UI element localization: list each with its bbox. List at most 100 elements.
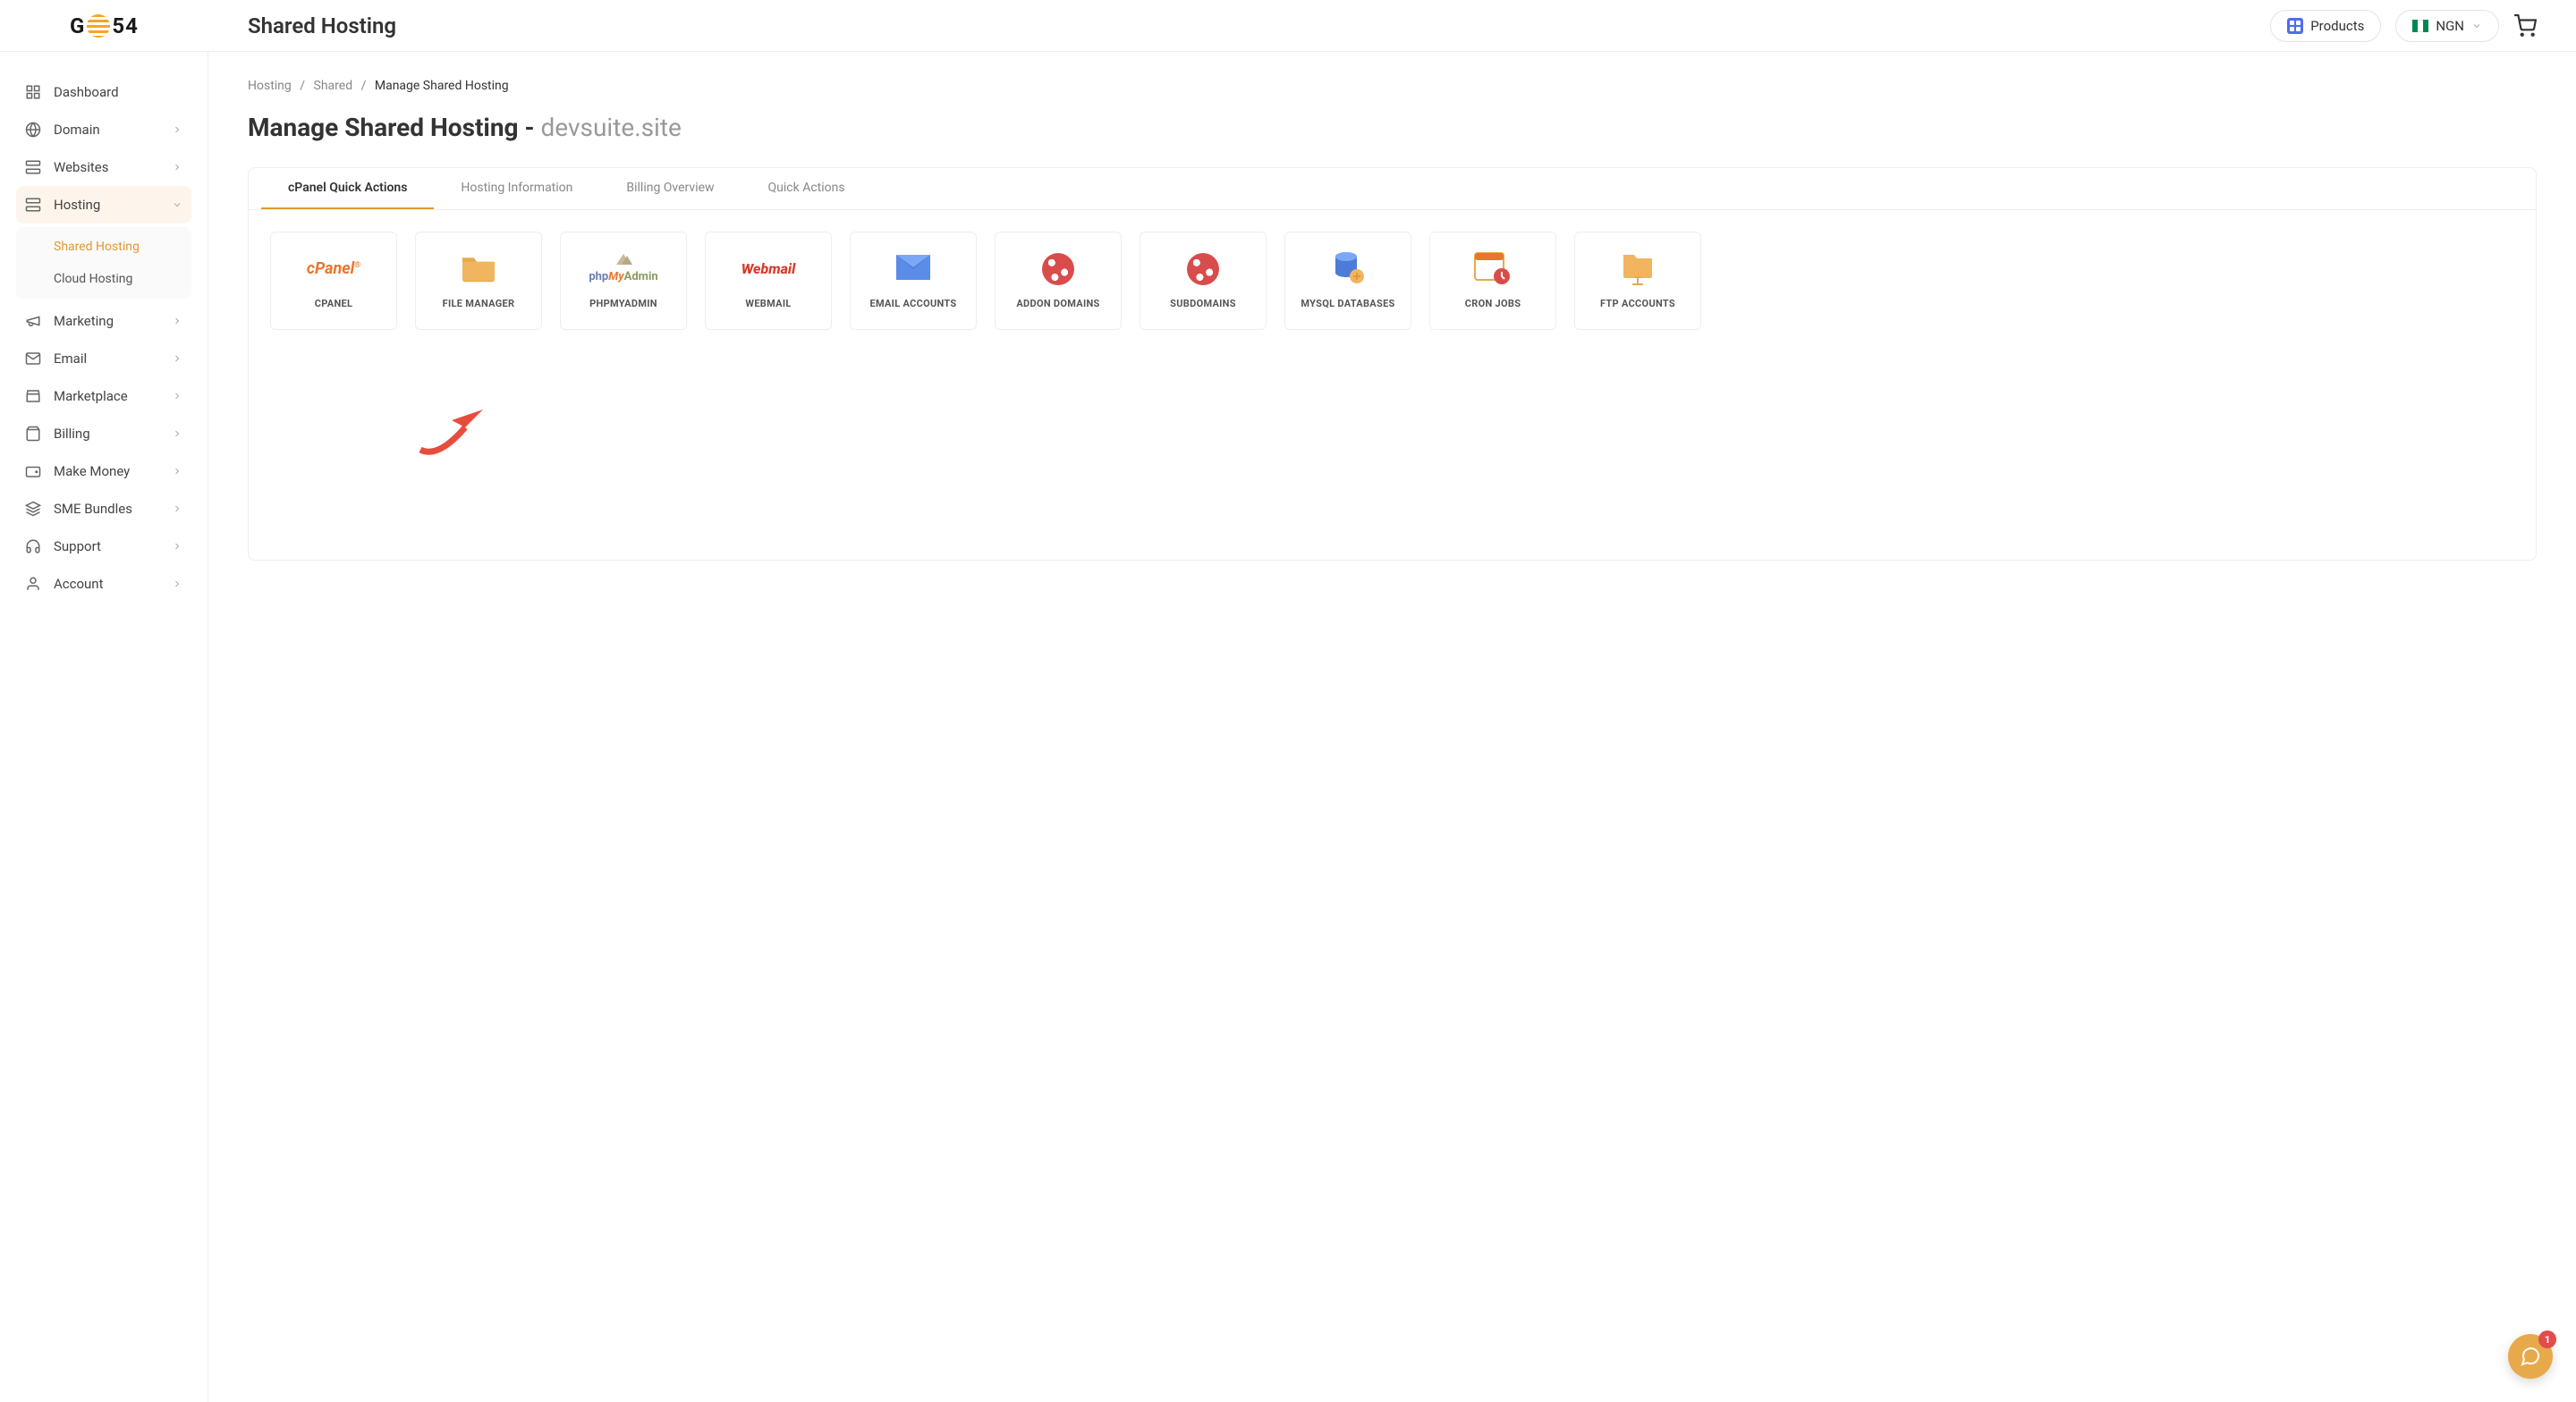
tab-billing-overview[interactable]: Billing Overview: [599, 168, 741, 209]
card-label: CRON JOBS: [1465, 298, 1521, 309]
card-cpanel[interactable]: cPanel® CPANEL: [270, 232, 397, 330]
chat-button[interactable]: 1: [2508, 1334, 2553, 1379]
globe-icon: [25, 122, 41, 138]
header: G54 Shared Hosting Products NGN: [0, 0, 2576, 52]
sidebar-subitem-shared-hosting[interactable]: Shared Hosting: [16, 231, 191, 263]
sidebar-item-sme-bundles[interactable]: SME Bundles: [16, 490, 191, 528]
megaphone-icon: [25, 313, 41, 329]
sidebar-item-make-money[interactable]: Make Money: [16, 452, 191, 490]
header-actions: Products NGN: [2270, 10, 2576, 42]
sidebar-submenu: Shared HostingCloud Hosting: [16, 227, 191, 299]
sidebar-item-account[interactable]: Account: [16, 565, 191, 603]
breadcrumb-current: Manage Shared Hosting: [375, 79, 509, 93]
card-cron-jobs[interactable]: CRON JOBS: [1429, 232, 1556, 330]
sidebar-item-email[interactable]: Email: [16, 340, 191, 377]
chevron-down-icon: [2471, 21, 2482, 31]
sidebar-item-label: Make Money: [54, 463, 130, 479]
panel: cPanel Quick ActionsHosting InformationB…: [248, 167, 2537, 561]
products-button[interactable]: Products: [2270, 10, 2381, 42]
card-file-manager[interactable]: FILE MANAGER: [415, 232, 542, 330]
chevron-right-icon: [172, 503, 182, 514]
globe-icon: [1042, 253, 1074, 285]
card-phpmyadmin[interactable]: phpMyAdmin PHPMYADMIN: [560, 232, 687, 330]
card-label: CPANEL: [315, 298, 353, 309]
ftp-folder-icon: [1620, 249, 1656, 289]
sidebar-item-dashboard[interactable]: Dashboard: [16, 73, 191, 111]
card-label: SUBDOMAINS: [1170, 298, 1236, 309]
cpanel-icon: cPanel®: [307, 259, 360, 278]
sidebar-item-marketplace[interactable]: Marketplace: [16, 377, 191, 415]
sidebar-item-domain[interactable]: Domain: [16, 111, 191, 148]
chevron-right-icon: [172, 162, 182, 173]
chevron-right-icon: [172, 466, 182, 477]
chevron-right-icon: [172, 541, 182, 552]
mail-icon: [25, 350, 41, 367]
logo[interactable]: G54: [70, 13, 139, 38]
card-label: PHPMYADMIN: [589, 298, 657, 309]
sidebar-item-label: Hosting: [54, 197, 100, 213]
tab-quick-actions[interactable]: Quick Actions: [741, 168, 872, 209]
card-ftp-accounts[interactable]: FTP ACCOUNTS: [1574, 232, 1701, 330]
chevron-down-icon: [172, 199, 182, 210]
card-mysql-databases[interactable]: MYSQL DATABASES: [1284, 232, 1411, 330]
card-email-accounts[interactable]: EMAIL ACCOUNTS: [850, 232, 977, 330]
main-content: Hosting / Shared / Manage Shared Hosting…: [208, 52, 2576, 1402]
sidebar: Dashboard Domain Websites Hosting Shared Hos…: [0, 52, 208, 1402]
breadcrumb-item[interactable]: Hosting: [248, 79, 292, 93]
chevron-right-icon: [172, 428, 182, 439]
sidebar-item-hosting[interactable]: Hosting: [16, 186, 191, 224]
card-webmail[interactable]: Webmail WEBMAIL: [705, 232, 832, 330]
currency-selector[interactable]: NGN: [2395, 10, 2499, 42]
card-label: FTP ACCOUNTS: [1600, 298, 1675, 309]
chevron-right-icon: [172, 391, 182, 401]
chat-icon: [2520, 1346, 2541, 1367]
phpmyadmin-icon: phpMyAdmin: [589, 254, 657, 283]
sidebar-item-marketing[interactable]: Marketing: [16, 302, 191, 340]
user-icon: [25, 576, 41, 592]
chevron-right-icon: [172, 316, 182, 326]
sidebar-item-label: Email: [54, 350, 87, 367]
sidebar-item-billing[interactable]: Billing: [16, 415, 191, 452]
logo-sun-icon: [87, 14, 110, 38]
envelope-icon: [894, 251, 932, 287]
tabs: cPanel Quick ActionsHosting InformationB…: [249, 168, 2536, 210]
sidebar-item-label: Account: [54, 576, 104, 592]
card-label: WEBMAIL: [745, 298, 791, 309]
dashboard-icon: [25, 84, 41, 100]
sidebar-item-label: Dashboard: [54, 84, 119, 100]
card-label: ADDON DOMAINS: [1016, 298, 1099, 309]
card-label: EMAIL ACCOUNTS: [869, 298, 956, 309]
chevron-right-icon: [172, 124, 182, 135]
sidebar-item-label: Support: [54, 538, 101, 554]
grid-icon: [2287, 18, 2303, 34]
calendar-clock-icon: [1473, 249, 1513, 289]
bag-icon: [25, 426, 41, 442]
store-icon: [25, 388, 41, 404]
card-label: MYSQL DATABASES: [1301, 298, 1394, 309]
card-label: FILE MANAGER: [443, 298, 515, 309]
webmail-icon: Webmail: [741, 260, 796, 277]
card-subdomains[interactable]: SUBDOMAINS: [1140, 232, 1267, 330]
globe-icon: [1187, 253, 1219, 285]
tab-cpanel-quick-actions[interactable]: cPanel Quick Actions: [261, 168, 434, 209]
cards-grid: cPanel® CPANEL FILE MANAGER phpMyAdmin PHPMY…: [249, 210, 2536, 351]
chat-badge: 1: [2538, 1330, 2556, 1348]
chevron-right-icon: [172, 353, 182, 364]
tab-hosting-information[interactable]: Hosting Information: [434, 168, 599, 209]
cart-icon[interactable]: [2513, 14, 2537, 38]
sidebar-item-websites[interactable]: Websites: [16, 148, 191, 186]
breadcrumb: Hosting / Shared / Manage Shared Hosting: [248, 79, 2537, 93]
page-header-title: Shared Hosting: [248, 13, 2270, 38]
sidebar-item-label: SME Bundles: [54, 501, 132, 517]
nigeria-flag-icon: [2412, 20, 2428, 32]
folder-icon: [459, 251, 498, 287]
wallet-icon: [25, 463, 41, 479]
sidebar-item-support[interactable]: Support: [16, 528, 191, 565]
breadcrumb-item[interactable]: Shared: [314, 79, 353, 93]
logo-area: G54: [0, 13, 208, 38]
products-label: Products: [2310, 18, 2364, 34]
card-addon-domains[interactable]: ADDON DOMAINS: [995, 232, 1122, 330]
sidebar-item-label: Websites: [54, 159, 108, 175]
database-icon: [1330, 249, 1366, 289]
sidebar-subitem-cloud-hosting[interactable]: Cloud Hosting: [16, 263, 191, 295]
